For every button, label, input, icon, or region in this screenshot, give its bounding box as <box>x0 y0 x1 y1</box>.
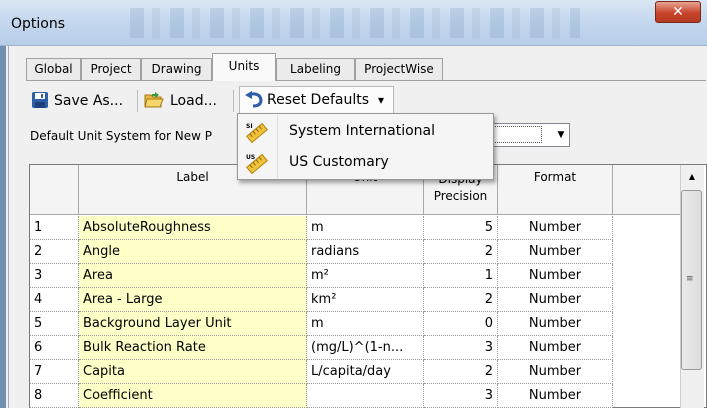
precision-cell[interactable]: 3 <box>424 384 498 408</box>
format-cell[interactable]: Number <box>498 240 613 264</box>
tab-labeling[interactable]: Labeling <box>276 58 355 80</box>
row-number[interactable]: 4 <box>30 288 79 312</box>
row-number[interactable]: 3 <box>30 264 79 288</box>
load-label: Load... <box>170 93 217 109</box>
label-cell[interactable]: Bulk Reaction Rate <box>79 336 307 360</box>
unit-cell[interactable] <box>307 384 424 408</box>
open-folder-icon <box>144 92 164 108</box>
format-cell[interactable]: Number <box>498 312 613 336</box>
unit-cell[interactable]: m <box>307 216 424 240</box>
row-number[interactable]: 6 <box>30 336 79 360</box>
precision-cell[interactable]: 0 <box>424 312 498 336</box>
unit-cell[interactable]: km² <box>307 288 424 312</box>
label-cell[interactable]: AbsoluteRoughness <box>79 216 307 240</box>
row-number[interactable]: 2 <box>30 240 79 264</box>
save-as-button[interactable]: Save As... <box>29 88 136 114</box>
unit-cell[interactable]: L/capita/day <box>307 360 424 384</box>
row-number-header <box>30 165 79 215</box>
tab-global[interactable]: Global <box>26 58 81 80</box>
window-title: Options <box>11 16 66 32</box>
window-border <box>0 0 6 408</box>
save-as-label: Save As... <box>54 93 124 109</box>
column-header-format[interactable]: Format <box>498 165 613 215</box>
format-cell[interactable]: Number <box>498 384 613 408</box>
format-cell[interactable]: Number <box>498 264 613 288</box>
reset-defaults-button[interactable]: Reset Defaults ▾ <box>239 86 394 114</box>
tab-divider <box>26 80 706 81</box>
menu-item-system-international[interactable]: SI System International <box>238 116 493 147</box>
format-cell[interactable]: Number <box>498 360 613 384</box>
label-cell[interactable]: Area - Large <box>79 288 307 312</box>
row-number[interactable]: 8 <box>30 384 79 408</box>
precision-cell[interactable]: 3 <box>424 336 498 360</box>
unit-cell[interactable]: radians <box>307 240 424 264</box>
unit-cell[interactable]: m <box>307 312 424 336</box>
format-cell[interactable]: Number <box>498 336 613 360</box>
chevron-down-icon[interactable]: ▼ <box>553 124 569 146</box>
precision-cell[interactable]: 2 <box>424 360 498 384</box>
us-ruler-icon: US <box>246 153 268 174</box>
si-ruler-icon: SI <box>246 122 268 143</box>
column-header-format-text: Format <box>533 170 577 184</box>
row-number[interactable]: 5 <box>30 312 79 336</box>
tab-project[interactable]: Project <box>81 58 141 80</box>
scroll-grip-icon: ≡ <box>686 274 694 284</box>
label-cell[interactable]: Capita <box>79 360 307 384</box>
precision-cell[interactable]: 1 <box>424 264 498 288</box>
scroll-up-arrow-icon[interactable]: ▲ <box>682 168 702 186</box>
menu-item-us-customary[interactable]: US US Customary <box>238 147 493 178</box>
chevron-down-icon: ▾ <box>378 93 385 107</box>
default-unit-system-label: Default Unit System for New P <box>30 129 213 143</box>
tab-units[interactable]: Units <box>212 53 276 81</box>
toolbar-separator <box>137 90 138 112</box>
menu-item-label: US Customary <box>289 154 389 170</box>
unit-cell[interactable]: (mg/L)^(1-n... <box>307 336 424 360</box>
label-cell[interactable]: Background Layer Unit <box>79 312 307 336</box>
unit-cell[interactable]: m² <box>307 264 424 288</box>
reset-defaults-label: Reset Defaults <box>267 92 370 108</box>
load-button[interactable]: Load... <box>142 88 228 114</box>
svg-text:SI: SI <box>246 123 253 130</box>
format-cell[interactable]: Number <box>498 216 613 240</box>
close-button[interactable]: ✕ <box>655 1 701 23</box>
svg-text:US: US <box>246 154 255 161</box>
close-icon: ✕ <box>672 4 684 20</box>
toolbar-separator <box>233 90 234 112</box>
column-header-blank <box>613 165 680 215</box>
background-toolbar-decoration <box>130 8 580 38</box>
label-cell[interactable]: Area <box>79 264 307 288</box>
row-number[interactable]: 7 <box>30 360 79 384</box>
floppy-disk-icon <box>32 92 48 108</box>
precision-cell[interactable]: 2 <box>424 288 498 312</box>
tab-projectwise[interactable]: ProjectWise <box>355 58 443 80</box>
label-cell[interactable]: Coefficient <box>79 384 307 408</box>
precision-cell[interactable]: 2 <box>424 240 498 264</box>
row-number[interactable]: 1 <box>30 216 79 240</box>
format-cell[interactable]: Number <box>498 288 613 312</box>
menu-item-label: System International <box>289 123 436 139</box>
tab-drawing[interactable]: Drawing <box>141 58 212 80</box>
undo-arrow-icon <box>245 91 263 108</box>
label-cell[interactable]: Angle <box>79 240 307 264</box>
precision-cell[interactable]: 5 <box>424 216 498 240</box>
column-header-precision-line2: Precision <box>433 189 488 203</box>
